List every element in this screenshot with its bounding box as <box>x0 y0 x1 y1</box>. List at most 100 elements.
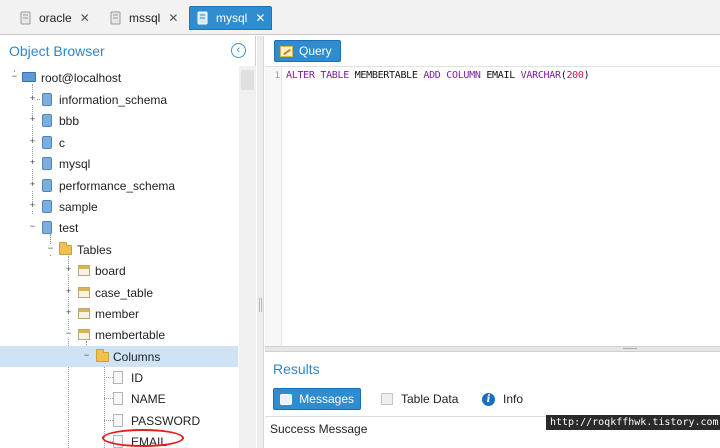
tree-node-column[interactable]: PASSWORD <box>0 410 238 431</box>
sql-paren: ) <box>583 70 590 81</box>
tree-node-database[interactable]: + information_schema <box>0 89 238 110</box>
tab-mssql[interactable]: mssql ✕ <box>102 6 185 30</box>
watermark: http://roqkffhwk.tistory.com <box>546 415 720 430</box>
tree-node-label: case_table <box>95 285 154 300</box>
object-browser-panel: Object Browser ‹ − root@localhost + info… <box>0 36 256 448</box>
collapse-icon[interactable]: − <box>28 222 37 232</box>
folder-icon <box>59 242 72 255</box>
close-icon[interactable]: ✕ <box>255 11 265 25</box>
tree-node-database[interactable]: + c <box>0 132 238 153</box>
annotation-circle <box>102 429 184 447</box>
line-number: 1 <box>274 71 280 81</box>
results-panel: Results Messages Table Data i Info Succe… <box>265 352 720 448</box>
tree-node-database[interactable]: + mysql <box>0 153 238 174</box>
tab-label: oracle <box>39 11 72 25</box>
tree-node-columns-folder[interactable]: − Columns <box>0 346 238 367</box>
expand-icon[interactable]: + <box>28 94 37 104</box>
scrollbar-thumb[interactable] <box>241 70 254 90</box>
vertical-splitter[interactable] <box>257 36 264 448</box>
pencil-icon <box>280 45 293 57</box>
database-icon <box>197 11 208 25</box>
tree-node-table[interactable]: + member <box>0 303 238 324</box>
splitter-grip[interactable] <box>623 348 637 350</box>
server-icon <box>22 72 36 82</box>
sql-identifier: EMAIL <box>486 70 515 81</box>
database-icon <box>42 221 52 234</box>
expand-icon[interactable]: + <box>28 115 37 125</box>
editor-gutter: 1 <box>265 67 282 347</box>
tree-node-column[interactable]: NAME <box>0 388 238 409</box>
tab-table-data[interactable]: Table Data <box>375 388 464 410</box>
tree-node-database[interactable]: + performance_schema <box>0 175 238 196</box>
object-browser-header: Object Browser ‹ <box>0 36 255 66</box>
tree-node-tables-folder[interactable]: − Tables <box>0 239 238 260</box>
table-icon <box>78 308 90 319</box>
query-button[interactable]: Query <box>274 40 341 62</box>
tree-node-table[interactable]: + case_table <box>0 282 238 303</box>
tree-node-database[interactable]: + bbb <box>0 110 238 131</box>
tab-label: Table Data <box>401 392 459 406</box>
column-icon <box>113 414 123 427</box>
sql-keyword: ALTER <box>286 70 315 81</box>
expand-icon[interactable]: + <box>28 201 37 211</box>
tab-info[interactable]: i Info <box>476 388 529 410</box>
tab-messages[interactable]: Messages <box>273 388 361 410</box>
column-icon <box>113 392 123 405</box>
database-icon <box>42 179 52 192</box>
tab-mysql[interactable]: mysql ✕ <box>189 6 273 30</box>
tree-node-table[interactable]: + board <box>0 260 238 281</box>
tree-node-label: member <box>95 306 140 321</box>
tree-node-database-test[interactable]: − test <box>0 217 238 238</box>
tree-node-label: board <box>95 263 126 278</box>
database-icon <box>20 11 31 25</box>
collapse-icon[interactable]: − <box>46 244 55 254</box>
tree-node-label: PASSWORD <box>131 413 201 428</box>
collapse-icon[interactable]: − <box>82 351 91 361</box>
tab-oracle[interactable]: oracle ✕ <box>12 6 97 30</box>
close-icon[interactable]: ✕ <box>168 11 178 25</box>
tree-node-database[interactable]: + sample <box>0 196 238 217</box>
expand-icon[interactable]: + <box>28 137 37 147</box>
query-button-label: Query <box>299 44 332 58</box>
tree-node-root[interactable]: − root@localhost <box>0 67 238 88</box>
database-icon <box>42 114 52 127</box>
tab-label: Info <box>503 392 524 406</box>
tree-connector <box>104 420 113 421</box>
database-icon <box>42 200 52 213</box>
info-icon: i <box>482 392 495 406</box>
sql-number: 200 <box>566 70 584 81</box>
expand-icon[interactable]: + <box>28 180 37 190</box>
database-icon <box>42 93 52 106</box>
collapse-icon[interactable]: − <box>64 329 73 339</box>
tree-scrollbar[interactable] <box>239 66 256 448</box>
tree-node-column[interactable]: ID <box>0 367 238 388</box>
tree-node-label: mysql <box>59 156 91 171</box>
tree-node-label: test <box>59 220 79 235</box>
tree-node-label: root@localhost <box>41 70 122 85</box>
tree-connector <box>104 377 113 378</box>
tree-node-table-membertable[interactable]: − membertable <box>0 324 238 345</box>
tree-node-label: information_schema <box>59 92 168 107</box>
tree-node-label: NAME <box>131 391 166 406</box>
tree-node-label: c <box>59 135 65 150</box>
object-browser-title: Object Browser <box>9 43 105 59</box>
expand-icon[interactable]: + <box>64 308 73 318</box>
chevron-left-circle-icon[interactable]: ‹ <box>231 43 246 58</box>
close-icon[interactable]: ✕ <box>80 11 90 25</box>
expand-icon[interactable]: + <box>64 287 73 297</box>
sql-keyword: TABLE <box>320 70 349 81</box>
splitter-grip[interactable] <box>259 298 262 312</box>
table-data-icon <box>381 393 393 405</box>
tree-node-label: performance_schema <box>59 178 176 193</box>
result-message: Success Message <box>270 422 368 436</box>
table-icon <box>78 265 90 276</box>
expand-icon[interactable]: + <box>28 158 37 168</box>
sql-editor[interactable]: 1 ALTER TABLE MEMBERTABLE ADD COLUMN EMA… <box>265 66 720 347</box>
expand-icon[interactable]: + <box>64 265 73 275</box>
tree-node-label: Columns <box>113 349 161 364</box>
tab-label: Messages <box>299 392 354 406</box>
collapse-icon[interactable]: − <box>10 72 19 82</box>
tree-node-label: ID <box>131 370 143 385</box>
sql-line[interactable]: ALTER TABLE MEMBERTABLE ADD COLUMN EMAIL… <box>286 70 590 81</box>
connection-tab-bar: oracle ✕ mssql ✕ mysql ✕ <box>0 0 720 35</box>
